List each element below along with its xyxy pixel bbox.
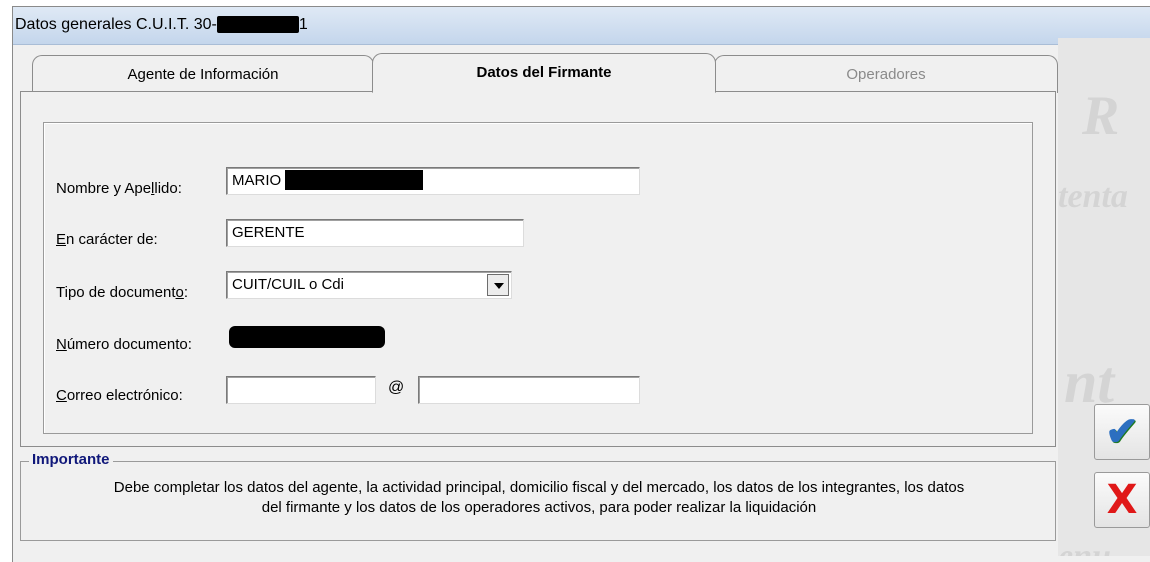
important-line-1: Debe completar los datos del agente, la … [113, 479, 965, 496]
nombre-label: Nombre y Apellido: [56, 180, 182, 197]
tab-agente-informacion[interactable]: Agente de Información [32, 55, 374, 93]
label-text: lido: [154, 180, 182, 197]
chevron-down-icon[interactable] [487, 274, 509, 296]
signer-groupbox: Nombre y Apellido: MARIO En carácter de:… [43, 122, 1033, 434]
important-line-2: del firmante y los datos de los operador… [261, 499, 817, 516]
tab-datos-firmante[interactable]: Datos del Firmante [372, 53, 716, 93]
redacted-surname [285, 169, 424, 190]
accept-button[interactable]: ✔ [1094, 404, 1150, 460]
decorative-watermark: enu [1058, 538, 1111, 556]
redacted-document-number [229, 326, 385, 348]
tab-label: Datos del Firmante [476, 64, 612, 81]
label-mnemonic: E [56, 231, 67, 248]
label-text: Tipo de document [56, 284, 176, 301]
window-title: Datos generales C.U.I.T. 30- 1 [15, 16, 308, 34]
caracter-label: En carácter de: [56, 231, 158, 248]
tipo-documento-label: Tipo de documento: [56, 284, 188, 301]
caracter-value: GERENTE [232, 224, 305, 241]
window-title-suffix: 1 [298, 16, 308, 33]
nombre-input[interactable]: MARIO [226, 167, 640, 195]
label-mnemonic: C [56, 387, 67, 404]
tipo-documento-value: CUIT/CUIL o Cdi [232, 276, 344, 293]
tab-label: Operadores [846, 66, 926, 83]
important-groupbox: Importante Debe completar los datos del … [20, 451, 1056, 541]
tab-label: Agente de Información [127, 66, 279, 83]
important-legend: Importante [29, 451, 113, 468]
label-text: úmero documento: [66, 336, 192, 353]
title-bar: Datos generales C.U.I.T. 30- 1 [13, 7, 1150, 45]
decorative-watermark: tenta [1058, 178, 1128, 215]
correo-dominio-input[interactable] [418, 376, 640, 404]
cancel-button[interactable]: X [1094, 472, 1150, 528]
tipo-documento-select[interactable]: CUIT/CUIL o Cdi [226, 271, 512, 299]
window-title-prefix: Datos generales C.U.I.T. 30- [15, 16, 217, 33]
label-text: orreo electrónico: [66, 387, 183, 404]
correo-usuario-input[interactable] [226, 376, 376, 404]
checkmark-icon: ✔ [1105, 410, 1139, 454]
nombre-value: MARIO [232, 172, 282, 189]
numero-documento-label: Número documento: [56, 336, 192, 353]
important-message: Debe completar los datos del agente, la … [35, 478, 1043, 518]
numero-documento-input[interactable] [226, 323, 392, 351]
decorative-watermark: R [1082, 85, 1120, 147]
x-icon: X [1106, 477, 1138, 523]
tab-operadores[interactable]: Operadores [714, 55, 1058, 93]
tab-panel-datos-firmante: Nombre y Apellido: MARIO En carácter de:… [20, 91, 1056, 447]
correo-label: Correo electrónico: [56, 387, 183, 404]
label-mnemonic: N [56, 336, 67, 353]
redacted-cuit [216, 16, 299, 34]
label-text: : [183, 284, 189, 301]
caracter-input[interactable]: GERENTE [226, 219, 524, 247]
label-text: Nombre y Ape [56, 180, 152, 197]
at-sign: @ [388, 379, 405, 396]
label-mnemonic: o [175, 284, 184, 301]
label-text: n carácter de: [66, 231, 158, 248]
